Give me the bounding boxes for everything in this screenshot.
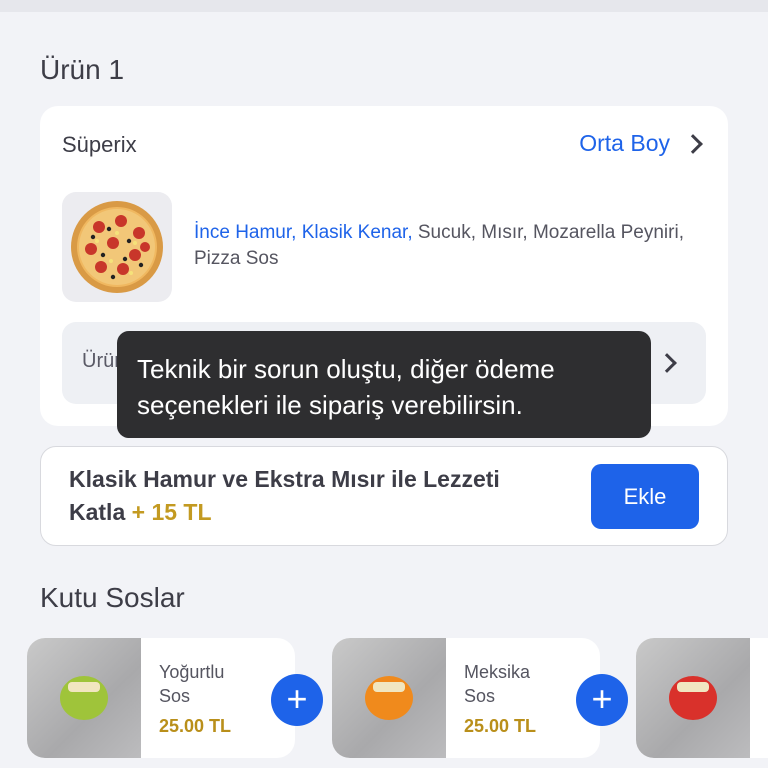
sauce-image xyxy=(636,638,750,758)
sauce-name: Meksika Sos xyxy=(464,662,531,706)
sauce-cup-icon xyxy=(365,676,413,720)
sauce-cup-icon xyxy=(60,676,108,720)
size-label: Orta Boy xyxy=(579,130,670,156)
top-bar xyxy=(0,0,768,12)
product-name: Süperix xyxy=(62,132,137,157)
sauce-price: 25.00 TL xyxy=(159,716,232,736)
promo-text: Klasik Hamur ve Ekstra Mısır ile Lezzeti… xyxy=(69,463,529,529)
sauce-name: Yoğurtlu Sos xyxy=(159,662,225,706)
dough-selection[interactable]: İnce Hamur, Klasik Kenar, xyxy=(194,222,413,243)
add-sauce-button[interactable]: + xyxy=(271,674,323,726)
error-toast: Teknik bir sorun oluştu, diğer ödeme seç… xyxy=(117,331,651,438)
sauce-card[interactable] xyxy=(636,638,768,758)
chevron-right-icon xyxy=(683,133,703,154)
sauce-cup-icon xyxy=(669,676,717,720)
promo-price: + 15 TL xyxy=(131,499,212,525)
product-description: İnce Hamur, Klasik Kenar, Sucuk, Mısır, … xyxy=(194,220,694,272)
sauce-image xyxy=(332,638,446,758)
pizza-image xyxy=(62,192,172,302)
pizza-icon xyxy=(71,201,163,293)
sauce-card[interactable]: Meksika Sos 25.00 TL + xyxy=(332,638,628,758)
section-title-product: Ürün 1 xyxy=(40,54,125,85)
add-promo-button[interactable]: Ekle xyxy=(591,464,699,529)
size-selector[interactable]: Orta Boy xyxy=(579,130,706,157)
sauce-card[interactable]: Yoğurtlu Sos 25.00 TL + xyxy=(27,638,323,758)
sauce-image xyxy=(27,638,141,758)
chevron-right-icon xyxy=(657,353,677,373)
add-sauce-button[interactable]: + xyxy=(576,674,628,726)
section-title-sauces: Kutu Soslar xyxy=(40,582,185,613)
sauce-price: 25.00 TL xyxy=(464,716,537,736)
sauce-list: Yoğurtlu Sos 25.00 TL + Meksika Sos 25.0… xyxy=(27,638,768,768)
promo-card: Klasik Hamur ve Ekstra Mısır ile Lezzeti… xyxy=(40,446,728,546)
